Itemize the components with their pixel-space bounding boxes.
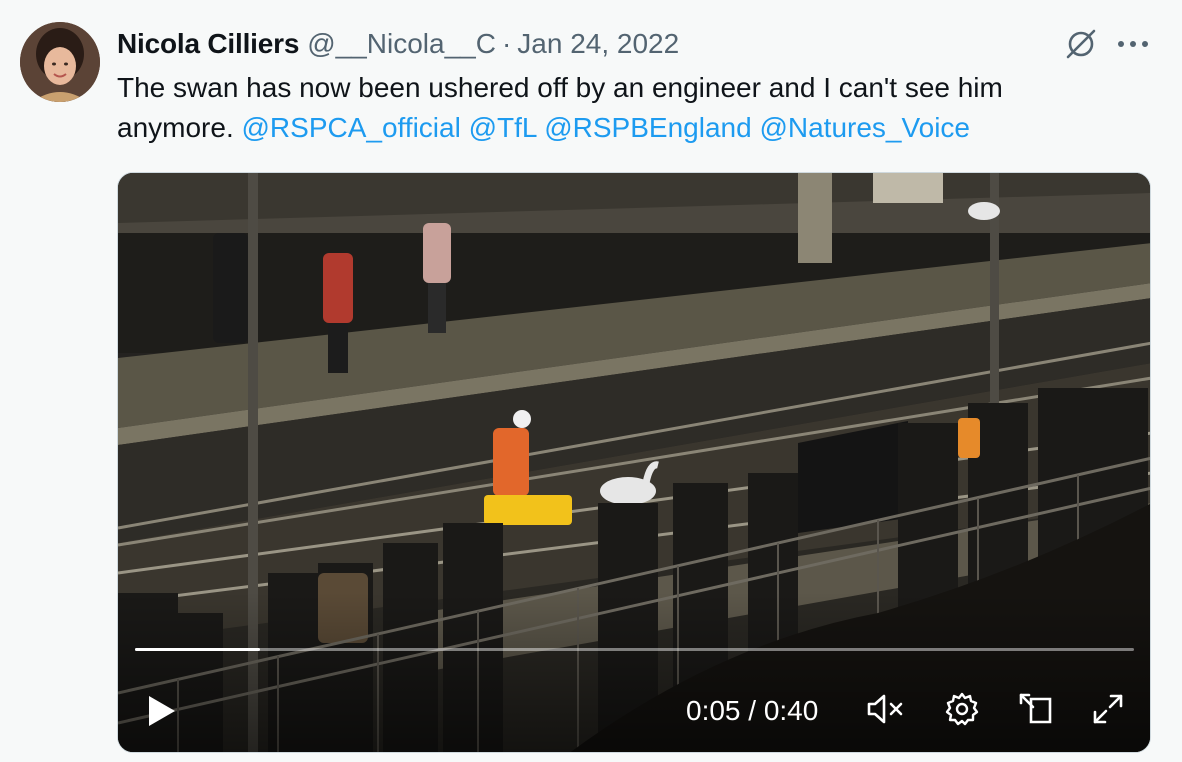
mention-rspca[interactable]: @RSPCA_official bbox=[242, 112, 461, 143]
mention-natures-voice[interactable]: @Natures_Voice bbox=[759, 112, 970, 143]
video-player[interactable]: 0:05 / 0:40 bbox=[117, 172, 1151, 753]
fullscreen-button[interactable] bbox=[1086, 687, 1130, 731]
settings-button[interactable] bbox=[940, 687, 984, 731]
progress-bar[interactable] bbox=[135, 648, 1134, 651]
progress-fill bbox=[135, 648, 260, 651]
avatar[interactable] bbox=[20, 22, 100, 102]
more-options-button[interactable] bbox=[1112, 25, 1154, 63]
controls-overlay bbox=[118, 592, 1150, 752]
pop-out-button[interactable] bbox=[1014, 687, 1058, 731]
settings-icon bbox=[945, 692, 979, 726]
avatar-image bbox=[20, 22, 100, 102]
mention-rspb-england[interactable]: @RSPBEngland bbox=[544, 112, 751, 143]
separator-dot: · bbox=[501, 28, 512, 59]
tweet-text: The swan has now been ushered off by an … bbox=[117, 68, 1127, 148]
grok-button[interactable] bbox=[1062, 25, 1100, 63]
mention-tfl[interactable]: @TfL bbox=[469, 112, 537, 143]
time-display: 0:05 / 0:40 bbox=[686, 695, 819, 726]
volume-muted-icon bbox=[867, 694, 903, 724]
author-handle[interactable]: @__Nicola__C bbox=[307, 28, 496, 60]
tweet-date[interactable]: Jan 24, 2022 bbox=[517, 28, 679, 60]
more-icon bbox=[1118, 41, 1148, 47]
author-name[interactable]: Nicola Cilliers bbox=[117, 28, 299, 60]
mute-button[interactable] bbox=[864, 687, 908, 731]
grok-icon bbox=[1066, 29, 1096, 59]
fullscreen-icon bbox=[1093, 694, 1123, 724]
play-icon bbox=[149, 696, 175, 726]
tweet-header: Nicola Cilliers @__Nicola__C · Jan 24, 2… bbox=[117, 26, 679, 62]
play-button[interactable] bbox=[138, 687, 186, 735]
pop-out-icon bbox=[1019, 693, 1052, 724]
